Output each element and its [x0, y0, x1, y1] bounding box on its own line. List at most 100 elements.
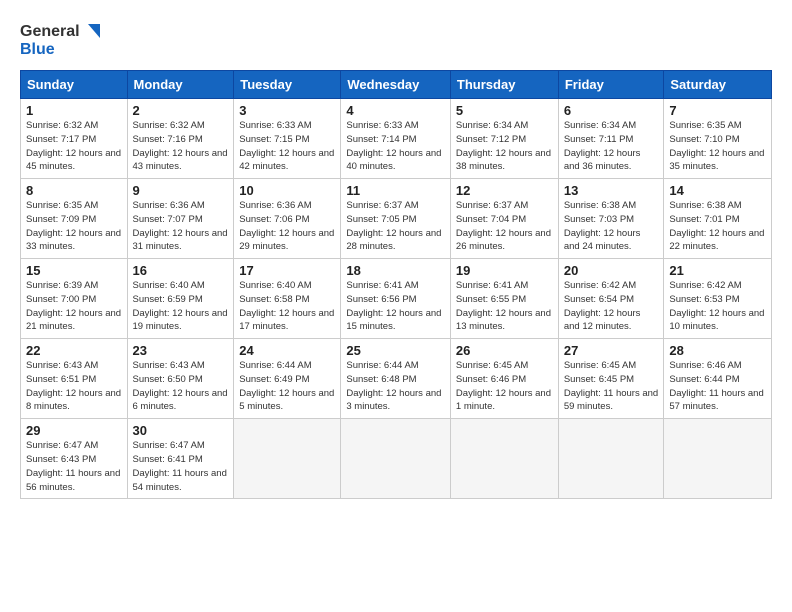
day-number: 17 [239, 263, 335, 278]
day-info: Sunrise: 6:36 AMSunset: 7:06 PMDaylight:… [239, 199, 335, 254]
calendar-cell [450, 419, 558, 499]
day-header-tuesday: Tuesday [234, 71, 341, 99]
calendar-cell: 15Sunrise: 6:39 AMSunset: 7:00 PMDayligh… [21, 259, 128, 339]
day-number: 16 [133, 263, 229, 278]
calendar-cell [558, 419, 664, 499]
calendar-table: SundayMondayTuesdayWednesdayThursdayFrid… [20, 70, 772, 499]
svg-text:Blue: Blue [20, 41, 55, 58]
svg-text:General: General [20, 23, 80, 40]
day-info: Sunrise: 6:34 AMSunset: 7:11 PMDaylight:… [564, 119, 659, 174]
calendar-cell: 24Sunrise: 6:44 AMSunset: 6:49 PMDayligh… [234, 339, 341, 419]
calendar-cell: 16Sunrise: 6:40 AMSunset: 6:59 PMDayligh… [127, 259, 234, 339]
calendar-cell: 17Sunrise: 6:40 AMSunset: 6:58 PMDayligh… [234, 259, 341, 339]
day-info: Sunrise: 6:45 AMSunset: 6:45 PMDaylight:… [564, 359, 659, 414]
calendar-cell: 12Sunrise: 6:37 AMSunset: 7:04 PMDayligh… [450, 179, 558, 259]
day-number: 5 [456, 103, 553, 118]
day-info: Sunrise: 6:41 AMSunset: 6:55 PMDaylight:… [456, 279, 553, 334]
calendar-cell: 5Sunrise: 6:34 AMSunset: 7:12 PMDaylight… [450, 99, 558, 179]
day-info: Sunrise: 6:43 AMSunset: 6:51 PMDaylight:… [26, 359, 122, 414]
logo-text-block: General Blue [20, 16, 100, 60]
calendar-cell: 22Sunrise: 6:43 AMSunset: 6:51 PMDayligh… [21, 339, 128, 419]
day-number: 2 [133, 103, 229, 118]
page: General Blue SundayMondayTuesdayWednesda… [0, 0, 792, 612]
day-info: Sunrise: 6:33 AMSunset: 7:14 PMDaylight:… [346, 119, 445, 174]
day-number: 1 [26, 103, 122, 118]
day-info: Sunrise: 6:44 AMSunset: 6:49 PMDaylight:… [239, 359, 335, 414]
day-info: Sunrise: 6:38 AMSunset: 7:01 PMDaylight:… [669, 199, 766, 254]
day-info: Sunrise: 6:40 AMSunset: 6:58 PMDaylight:… [239, 279, 335, 334]
calendar-week-1: 1Sunrise: 6:32 AMSunset: 7:17 PMDaylight… [21, 99, 772, 179]
logo-icon: General Blue [20, 16, 100, 60]
calendar-cell [664, 419, 772, 499]
day-number: 23 [133, 343, 229, 358]
header: General Blue [20, 16, 772, 60]
day-info: Sunrise: 6:36 AMSunset: 7:07 PMDaylight:… [133, 199, 229, 254]
day-info: Sunrise: 6:38 AMSunset: 7:03 PMDaylight:… [564, 199, 659, 254]
day-header-monday: Monday [127, 71, 234, 99]
day-info: Sunrise: 6:33 AMSunset: 7:15 PMDaylight:… [239, 119, 335, 174]
day-header-friday: Friday [558, 71, 664, 99]
day-number: 24 [239, 343, 335, 358]
day-info: Sunrise: 6:46 AMSunset: 6:44 PMDaylight:… [669, 359, 766, 414]
day-number: 30 [133, 423, 229, 438]
day-info: Sunrise: 6:32 AMSunset: 7:16 PMDaylight:… [133, 119, 229, 174]
calendar-week-5: 29Sunrise: 6:47 AMSunset: 6:43 PMDayligh… [21, 419, 772, 499]
calendar-cell: 9Sunrise: 6:36 AMSunset: 7:07 PMDaylight… [127, 179, 234, 259]
calendar-cell: 8Sunrise: 6:35 AMSunset: 7:09 PMDaylight… [21, 179, 128, 259]
calendar-cell: 20Sunrise: 6:42 AMSunset: 6:54 PMDayligh… [558, 259, 664, 339]
calendar-cell: 7Sunrise: 6:35 AMSunset: 7:10 PMDaylight… [664, 99, 772, 179]
day-info: Sunrise: 6:35 AMSunset: 7:09 PMDaylight:… [26, 199, 122, 254]
calendar-cell: 3Sunrise: 6:33 AMSunset: 7:15 PMDaylight… [234, 99, 341, 179]
calendar-cell: 18Sunrise: 6:41 AMSunset: 6:56 PMDayligh… [341, 259, 451, 339]
day-number: 26 [456, 343, 553, 358]
calendar-week-4: 22Sunrise: 6:43 AMSunset: 6:51 PMDayligh… [21, 339, 772, 419]
calendar-cell: 10Sunrise: 6:36 AMSunset: 7:06 PMDayligh… [234, 179, 341, 259]
day-number: 13 [564, 183, 659, 198]
day-number: 14 [669, 183, 766, 198]
day-number: 9 [133, 183, 229, 198]
calendar-cell: 23Sunrise: 6:43 AMSunset: 6:50 PMDayligh… [127, 339, 234, 419]
day-number: 19 [456, 263, 553, 278]
day-number: 11 [346, 183, 445, 198]
day-info: Sunrise: 6:40 AMSunset: 6:59 PMDaylight:… [133, 279, 229, 334]
day-info: Sunrise: 6:35 AMSunset: 7:10 PMDaylight:… [669, 119, 766, 174]
day-info: Sunrise: 6:41 AMSunset: 6:56 PMDaylight:… [346, 279, 445, 334]
calendar-cell: 28Sunrise: 6:46 AMSunset: 6:44 PMDayligh… [664, 339, 772, 419]
logo: General Blue [20, 16, 100, 60]
calendar-cell: 25Sunrise: 6:44 AMSunset: 6:48 PMDayligh… [341, 339, 451, 419]
day-number: 25 [346, 343, 445, 358]
day-number: 27 [564, 343, 659, 358]
calendar-cell: 1Sunrise: 6:32 AMSunset: 7:17 PMDaylight… [21, 99, 128, 179]
day-info: Sunrise: 6:39 AMSunset: 7:00 PMDaylight:… [26, 279, 122, 334]
day-info: Sunrise: 6:34 AMSunset: 7:12 PMDaylight:… [456, 119, 553, 174]
day-number: 29 [26, 423, 122, 438]
day-header-wednesday: Wednesday [341, 71, 451, 99]
day-number: 15 [26, 263, 122, 278]
day-info: Sunrise: 6:47 AMSunset: 6:43 PMDaylight:… [26, 439, 122, 494]
calendar-cell: 21Sunrise: 6:42 AMSunset: 6:53 PMDayligh… [664, 259, 772, 339]
day-number: 20 [564, 263, 659, 278]
day-number: 3 [239, 103, 335, 118]
calendar-cell: 2Sunrise: 6:32 AMSunset: 7:16 PMDaylight… [127, 99, 234, 179]
calendar-cell: 29Sunrise: 6:47 AMSunset: 6:43 PMDayligh… [21, 419, 128, 499]
day-info: Sunrise: 6:44 AMSunset: 6:48 PMDaylight:… [346, 359, 445, 414]
calendar-header-row: SundayMondayTuesdayWednesdayThursdayFrid… [21, 71, 772, 99]
calendar-cell: 11Sunrise: 6:37 AMSunset: 7:05 PMDayligh… [341, 179, 451, 259]
day-info: Sunrise: 6:43 AMSunset: 6:50 PMDaylight:… [133, 359, 229, 414]
day-info: Sunrise: 6:42 AMSunset: 6:53 PMDaylight:… [669, 279, 766, 334]
calendar-cell: 6Sunrise: 6:34 AMSunset: 7:11 PMDaylight… [558, 99, 664, 179]
calendar-cell: 14Sunrise: 6:38 AMSunset: 7:01 PMDayligh… [664, 179, 772, 259]
day-info: Sunrise: 6:32 AMSunset: 7:17 PMDaylight:… [26, 119, 122, 174]
day-header-saturday: Saturday [664, 71, 772, 99]
day-header-thursday: Thursday [450, 71, 558, 99]
calendar-cell [341, 419, 451, 499]
day-info: Sunrise: 6:37 AMSunset: 7:04 PMDaylight:… [456, 199, 553, 254]
day-header-sunday: Sunday [21, 71, 128, 99]
calendar-cell: 4Sunrise: 6:33 AMSunset: 7:14 PMDaylight… [341, 99, 451, 179]
calendar-cell [234, 419, 341, 499]
calendar-cell: 13Sunrise: 6:38 AMSunset: 7:03 PMDayligh… [558, 179, 664, 259]
day-info: Sunrise: 6:42 AMSunset: 6:54 PMDaylight:… [564, 279, 659, 334]
calendar-cell: 30Sunrise: 6:47 AMSunset: 6:41 PMDayligh… [127, 419, 234, 499]
day-info: Sunrise: 6:37 AMSunset: 7:05 PMDaylight:… [346, 199, 445, 254]
day-number: 28 [669, 343, 766, 358]
